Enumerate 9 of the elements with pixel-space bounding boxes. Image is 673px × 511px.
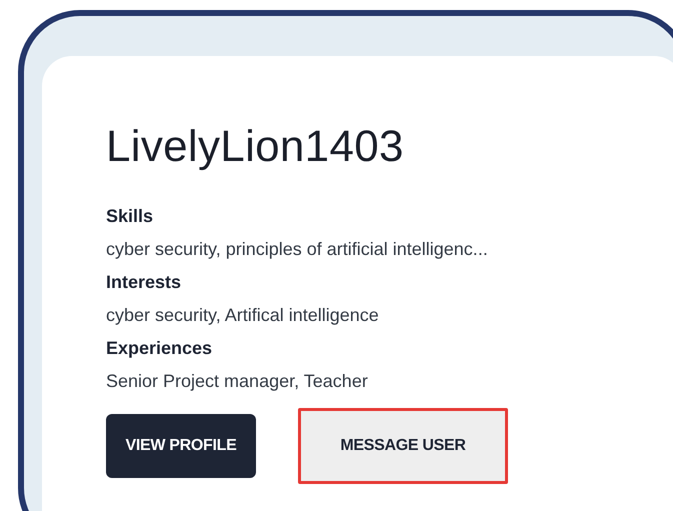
message-user-button[interactable]: MESSAGE USER [298,408,508,484]
section-value: cyber security, Artifical intelligence [106,304,379,327]
section-label: Experiences [106,337,212,360]
section-value: cyber security, principles of artificial intelligenc... [106,238,488,261]
section-label: Skills [106,205,154,228]
section-label: Interests [106,271,182,294]
view-profile-button[interactable]: VIEW PROFILE [106,414,256,478]
username: LivelyLion1403 [106,122,404,172]
section-value: Senior Project manager, Teacher [106,370,368,393]
